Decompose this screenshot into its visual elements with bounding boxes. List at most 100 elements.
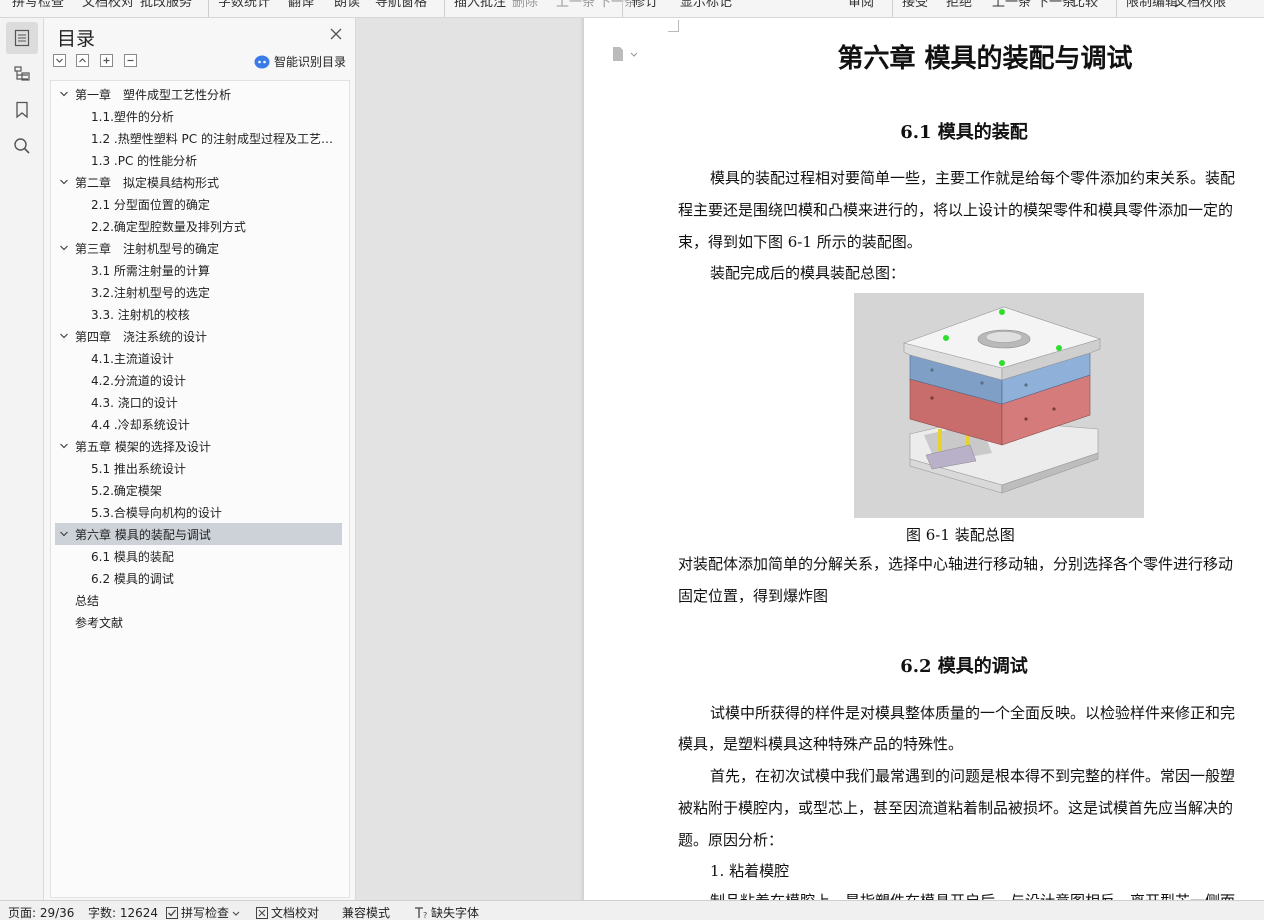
toc-section-5-3[interactable]: 5.3.合模导向机构的设计: [55, 501, 342, 523]
chevron-down-icon[interactable]: [58, 528, 70, 540]
ribbon-item-revise[interactable]: 修订: [632, 0, 658, 10]
toc-section-1-1[interactable]: 1.1.塑件的分析: [55, 105, 342, 127]
toc-section-1-2[interactable]: 1.2 .热塑性塑料 PC 的注射成型过程及工艺参数: [55, 127, 342, 149]
toc-item-label: 2.2.确定型腔数量及排列方式: [91, 219, 246, 234]
chapter-heading: 第六章 模具的装配与调试: [837, 44, 1133, 74]
body-text-line: 首先，在初次试模中我们最常遇到的问题是根本得不到完整的样件。常因一般塑: [710, 767, 1236, 785]
document-page[interactable]: 第六章 模具的装配与调试 6.1 模具的装配 模具的装配过程相对要简单一些，主要…: [584, 18, 1264, 900]
collapse-all-button[interactable]: [76, 54, 89, 67]
toc-list-icon: [14, 29, 30, 47]
toc-section-4-4[interactable]: 4.4 .冷却系统设计: [55, 413, 342, 435]
compat-mode-status[interactable]: 兼容模式: [342, 904, 390, 920]
status-bar: 页面: 29/36 字数: 12624 拼写检查 文档校对 兼容模式 ? 缺失字…: [0, 900, 1264, 920]
ribbon-item-doc-permission[interactable]: 文档权限: [1174, 0, 1226, 10]
body-text-line: 1. 粘着模腔: [710, 862, 790, 880]
mold-assembly-figure: [854, 293, 1144, 518]
proofread-icon: [256, 906, 268, 919]
chevron-down-icon[interactable]: [58, 88, 70, 100]
document-canvas-background: [356, 18, 584, 900]
page-margin-mark: [668, 31, 679, 32]
font-warning-icon: ?: [415, 906, 427, 919]
toc-chapter-6[interactable]: 第六章 模具的装配与调试: [55, 523, 342, 545]
toc-summary[interactable]: 总结: [55, 589, 342, 611]
ribbon-item-spellcheck[interactable]: 拼写检查: [12, 0, 64, 10]
body-text-line: 制品粘着在模腔上，是指塑件在模具开启后，与设计意图相反，离开型芯一侧而: [710, 890, 1235, 900]
page-counter[interactable]: 页面: 29/36: [8, 904, 74, 920]
toc-section-3-1[interactable]: 3.1 所需注射量的计算: [55, 259, 342, 281]
chapter-nav-button[interactable]: [6, 58, 38, 90]
ribbon-item-compare[interactable]: 比较: [1072, 0, 1098, 10]
find-button[interactable]: [6, 130, 38, 162]
toc-item-label: 第三章 注射机型号的确定: [75, 241, 220, 256]
body-text-line: 程主要还是围绕凹模和凸模来进行的，将以上设计的模架零件和模具零件添加一定的: [678, 201, 1234, 219]
expand-all-button[interactable]: [53, 54, 66, 67]
toc-item-label: 5.2.确定模架: [91, 483, 162, 498]
chevron-down-icon[interactable]: [58, 330, 70, 342]
toc-section-3-2[interactable]: 3.2.注射机型号的选定: [55, 281, 342, 303]
chevron-down-icon[interactable]: [58, 176, 70, 188]
ribbon-item-proofread[interactable]: 文档校对: [82, 0, 134, 10]
toc-chapter-5[interactable]: 第五章 模架的选择及设计: [55, 435, 342, 457]
ribbon-item-prev-comment[interactable]: 上一条: [556, 0, 595, 10]
toc-section-4-2[interactable]: 4.2.分流道的设计: [55, 369, 342, 391]
section-heading-6-2: 6.2 模具的调试: [900, 656, 1028, 677]
add-toc-item-button[interactable]: [100, 54, 113, 67]
toc-section-1-3[interactable]: 1.3 .PC 的性能分析: [55, 149, 342, 171]
ribbon-item-review[interactable]: 审阅: [848, 0, 874, 10]
toc-section-5-2[interactable]: 5.2.确定模架: [55, 479, 342, 501]
toc-item-label: 第六章 模具的装配与调试: [75, 527, 211, 542]
missing-font-status[interactable]: ? 缺失字体: [414, 904, 479, 920]
toc-references[interactable]: 参考文献: [55, 611, 342, 633]
ribbon-item-accept[interactable]: 接受: [902, 0, 928, 10]
toc-section-6-1[interactable]: 6.1 模具的装配: [55, 545, 342, 567]
toc-close-button[interactable]: [328, 26, 344, 42]
toc-item-label: 第一章 塑件成型工艺性分析: [75, 87, 232, 102]
remove-toc-item-button[interactable]: [124, 54, 137, 67]
chevron-down-icon[interactable]: [58, 242, 70, 254]
ribbon-item-read-aloud[interactable]: 朗读: [334, 0, 360, 10]
ribbon-separator: [444, 0, 445, 17]
toc-item-label: 第五章 模架的选择及设计: [75, 439, 211, 454]
ribbon-item-reject[interactable]: 拒绝: [946, 0, 972, 10]
ribbon-item-nav-pane[interactable]: 导航窗格: [375, 0, 427, 10]
figure-caption: 图 6-1 装配总图: [906, 526, 1015, 544]
toc-section-5-1[interactable]: 5.1 推出系统设计: [55, 457, 342, 479]
ribbon-item-restrict-edit[interactable]: 限制编辑: [1126, 0, 1178, 10]
toc-chapter-2[interactable]: 第二章 拟定模具结构形式: [55, 171, 342, 193]
body-text-line: 题。原因分析：: [678, 831, 784, 849]
smart-toc-button[interactable]: 智能识别目录: [254, 53, 346, 70]
toc-section-2-1[interactable]: 2.1 分型面位置的确定: [55, 193, 342, 215]
ribbon-separator: [622, 0, 623, 17]
smart-toc-label: 智能识别目录: [274, 55, 347, 69]
toc-chapter-1[interactable]: 第一章 塑件成型工艺性分析: [55, 83, 342, 105]
toc-section-4-1[interactable]: 4.1.主流道设计: [55, 347, 342, 369]
word-count[interactable]: 字数: 12624: [88, 904, 158, 920]
toc-item-label: 2.1 分型面位置的确定: [91, 197, 210, 212]
ribbon-item-insert-comment[interactable]: 插入批注: [454, 0, 506, 10]
proofread-status[interactable]: 文档校对: [256, 904, 319, 920]
ribbon-item-delete[interactable]: 删除: [512, 0, 538, 10]
chevron-down-icon[interactable]: [58, 440, 70, 452]
spellcheck-status[interactable]: 拼写检查: [166, 904, 240, 920]
ribbon-item-show-markup[interactable]: 显示标记: [680, 0, 732, 10]
toc-item-label: 3.2.注射机型号的选定: [91, 285, 210, 300]
toc-item-label: 6.1 模具的装配: [91, 549, 174, 564]
toc-section-3-3[interactable]: 3.3. 注射机的校核: [55, 303, 342, 325]
toc-section-6-2[interactable]: 6.2 模具的调试: [55, 567, 342, 589]
ribbon-item-correction[interactable]: 批改服务: [140, 0, 192, 10]
bookmark-button[interactable]: [6, 94, 38, 126]
toc-chapter-3[interactable]: 第三章 注射机型号的确定: [55, 237, 342, 259]
toc-section-4-3[interactable]: 4.3. 浇口的设计: [55, 391, 342, 413]
ribbon-item-next-revision[interactable]: 下一条: [1036, 0, 1075, 10]
toc-chapter-4[interactable]: 第四章 浇注系统的设计: [55, 325, 342, 347]
ribbon-item-wordcount[interactable]: 字数统计: [218, 0, 270, 10]
chevron-down-icon: [232, 911, 240, 916]
ribbon-item-translate[interactable]: 翻译: [288, 0, 314, 10]
toc-section-2-2[interactable]: 2.2.确定型腔数量及排列方式: [55, 215, 342, 237]
missing-font-label: 缺失字体: [431, 906, 480, 920]
ribbon-item-prev-revision[interactable]: 上一条: [992, 0, 1031, 10]
spellcheck-label: 拼写检查: [181, 906, 230, 920]
toc-pane-button[interactable]: [6, 22, 38, 54]
body-text-line: 模具的装配过程相对要简单一些，主要工作就是给每个零件添加约束关系。装配: [710, 169, 1236, 187]
nav-icon-rail: [0, 18, 44, 900]
